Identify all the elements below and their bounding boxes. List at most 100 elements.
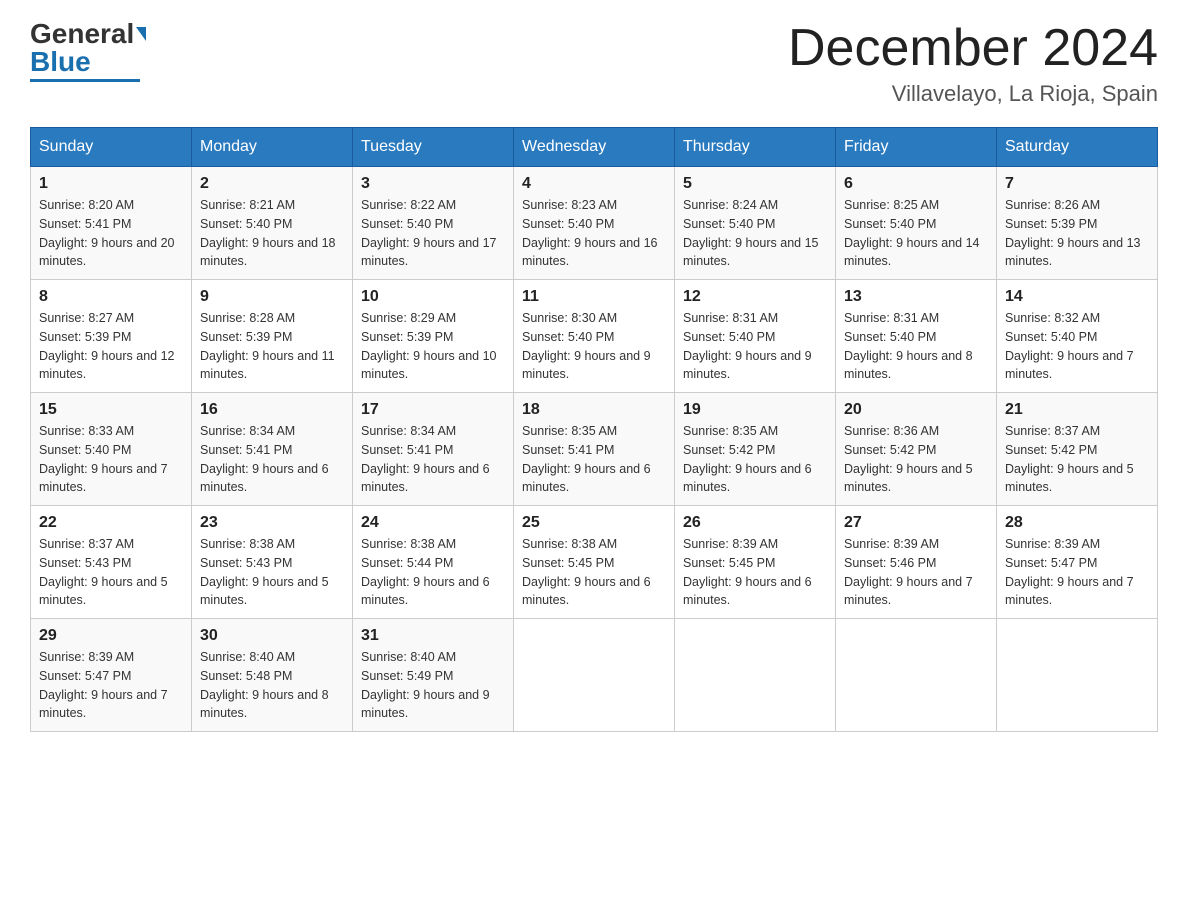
day-number: 13 xyxy=(844,288,988,306)
weekday-header-saturday: Saturday xyxy=(997,128,1158,167)
calendar-week-row: 1 Sunrise: 8:20 AM Sunset: 5:41 PM Dayli… xyxy=(31,167,1158,280)
page-header: GeneralBlue December 2024 Villavelayo, L… xyxy=(30,20,1158,107)
calendar-cell: 28 Sunrise: 8:39 AM Sunset: 5:47 PM Dayl… xyxy=(997,506,1158,619)
logo-blue-text: Blue xyxy=(30,46,91,77)
calendar-week-row: 29 Sunrise: 8:39 AM Sunset: 5:47 PM Dayl… xyxy=(31,619,1158,732)
day-info: Sunrise: 8:31 AM Sunset: 5:40 PM Dayligh… xyxy=(683,309,827,384)
day-number: 16 xyxy=(200,401,344,419)
calendar-subtitle: Villavelayo, La Rioja, Spain xyxy=(788,81,1158,107)
calendar-cell: 9 Sunrise: 8:28 AM Sunset: 5:39 PM Dayli… xyxy=(192,280,353,393)
day-number: 21 xyxy=(1005,401,1149,419)
day-number: 11 xyxy=(522,288,666,306)
day-number: 12 xyxy=(683,288,827,306)
calendar-cell xyxy=(836,619,997,732)
calendar-table: SundayMondayTuesdayWednesdayThursdayFrid… xyxy=(30,127,1158,732)
day-info: Sunrise: 8:40 AM Sunset: 5:48 PM Dayligh… xyxy=(200,648,344,723)
weekday-header-wednesday: Wednesday xyxy=(514,128,675,167)
day-number: 18 xyxy=(522,401,666,419)
calendar-cell: 18 Sunrise: 8:35 AM Sunset: 5:41 PM Dayl… xyxy=(514,393,675,506)
calendar-cell: 21 Sunrise: 8:37 AM Sunset: 5:42 PM Dayl… xyxy=(997,393,1158,506)
day-number: 20 xyxy=(844,401,988,419)
day-info: Sunrise: 8:38 AM Sunset: 5:45 PM Dayligh… xyxy=(522,535,666,610)
calendar-cell: 14 Sunrise: 8:32 AM Sunset: 5:40 PM Dayl… xyxy=(997,280,1158,393)
day-info: Sunrise: 8:40 AM Sunset: 5:49 PM Dayligh… xyxy=(361,648,505,723)
calendar-cell: 1 Sunrise: 8:20 AM Sunset: 5:41 PM Dayli… xyxy=(31,167,192,280)
day-number: 4 xyxy=(522,175,666,193)
calendar-cell: 11 Sunrise: 8:30 AM Sunset: 5:40 PM Dayl… xyxy=(514,280,675,393)
day-number: 17 xyxy=(361,401,505,419)
day-info: Sunrise: 8:28 AM Sunset: 5:39 PM Dayligh… xyxy=(200,309,344,384)
day-info: Sunrise: 8:24 AM Sunset: 5:40 PM Dayligh… xyxy=(683,196,827,271)
day-number: 30 xyxy=(200,627,344,645)
weekday-header-monday: Monday xyxy=(192,128,353,167)
day-info: Sunrise: 8:32 AM Sunset: 5:40 PM Dayligh… xyxy=(1005,309,1149,384)
day-info: Sunrise: 8:23 AM Sunset: 5:40 PM Dayligh… xyxy=(522,196,666,271)
day-info: Sunrise: 8:39 AM Sunset: 5:47 PM Dayligh… xyxy=(39,648,183,723)
calendar-cell: 29 Sunrise: 8:39 AM Sunset: 5:47 PM Dayl… xyxy=(31,619,192,732)
calendar-cell xyxy=(514,619,675,732)
day-info: Sunrise: 8:38 AM Sunset: 5:44 PM Dayligh… xyxy=(361,535,505,610)
day-number: 28 xyxy=(1005,514,1149,532)
day-info: Sunrise: 8:35 AM Sunset: 5:41 PM Dayligh… xyxy=(522,422,666,497)
weekday-header-thursday: Thursday xyxy=(675,128,836,167)
calendar-cell: 25 Sunrise: 8:38 AM Sunset: 5:45 PM Dayl… xyxy=(514,506,675,619)
day-info: Sunrise: 8:20 AM Sunset: 5:41 PM Dayligh… xyxy=(39,196,183,271)
calendar-cell: 8 Sunrise: 8:27 AM Sunset: 5:39 PM Dayli… xyxy=(31,280,192,393)
day-info: Sunrise: 8:37 AM Sunset: 5:43 PM Dayligh… xyxy=(39,535,183,610)
calendar-cell: 6 Sunrise: 8:25 AM Sunset: 5:40 PM Dayli… xyxy=(836,167,997,280)
day-number: 1 xyxy=(39,175,183,193)
weekday-header-sunday: Sunday xyxy=(31,128,192,167)
day-number: 15 xyxy=(39,401,183,419)
day-number: 10 xyxy=(361,288,505,306)
calendar-cell: 20 Sunrise: 8:36 AM Sunset: 5:42 PM Dayl… xyxy=(836,393,997,506)
day-info: Sunrise: 8:39 AM Sunset: 5:45 PM Dayligh… xyxy=(683,535,827,610)
day-number: 31 xyxy=(361,627,505,645)
calendar-cell: 26 Sunrise: 8:39 AM Sunset: 5:45 PM Dayl… xyxy=(675,506,836,619)
day-number: 3 xyxy=(361,175,505,193)
calendar-cell: 3 Sunrise: 8:22 AM Sunset: 5:40 PM Dayli… xyxy=(353,167,514,280)
calendar-cell: 7 Sunrise: 8:26 AM Sunset: 5:39 PM Dayli… xyxy=(997,167,1158,280)
calendar-cell: 24 Sunrise: 8:38 AM Sunset: 5:44 PM Dayl… xyxy=(353,506,514,619)
day-number: 24 xyxy=(361,514,505,532)
title-block: December 2024 Villavelayo, La Rioja, Spa… xyxy=(788,20,1158,107)
day-number: 25 xyxy=(522,514,666,532)
day-number: 9 xyxy=(200,288,344,306)
calendar-cell xyxy=(997,619,1158,732)
day-info: Sunrise: 8:21 AM Sunset: 5:40 PM Dayligh… xyxy=(200,196,344,271)
day-info: Sunrise: 8:39 AM Sunset: 5:46 PM Dayligh… xyxy=(844,535,988,610)
calendar-cell: 31 Sunrise: 8:40 AM Sunset: 5:49 PM Dayl… xyxy=(353,619,514,732)
logo-text: GeneralBlue xyxy=(30,20,146,76)
day-info: Sunrise: 8:36 AM Sunset: 5:42 PM Dayligh… xyxy=(844,422,988,497)
day-info: Sunrise: 8:25 AM Sunset: 5:40 PM Dayligh… xyxy=(844,196,988,271)
day-info: Sunrise: 8:26 AM Sunset: 5:39 PM Dayligh… xyxy=(1005,196,1149,271)
day-info: Sunrise: 8:31 AM Sunset: 5:40 PM Dayligh… xyxy=(844,309,988,384)
weekday-header-tuesday: Tuesday xyxy=(353,128,514,167)
day-info: Sunrise: 8:30 AM Sunset: 5:40 PM Dayligh… xyxy=(522,309,666,384)
day-number: 8 xyxy=(39,288,183,306)
day-number: 27 xyxy=(844,514,988,532)
calendar-week-row: 22 Sunrise: 8:37 AM Sunset: 5:43 PM Dayl… xyxy=(31,506,1158,619)
day-number: 5 xyxy=(683,175,827,193)
calendar-cell: 10 Sunrise: 8:29 AM Sunset: 5:39 PM Dayl… xyxy=(353,280,514,393)
day-info: Sunrise: 8:35 AM Sunset: 5:42 PM Dayligh… xyxy=(683,422,827,497)
calendar-cell: 4 Sunrise: 8:23 AM Sunset: 5:40 PM Dayli… xyxy=(514,167,675,280)
day-number: 6 xyxy=(844,175,988,193)
calendar-cell: 2 Sunrise: 8:21 AM Sunset: 5:40 PM Dayli… xyxy=(192,167,353,280)
weekday-header-friday: Friday xyxy=(836,128,997,167)
calendar-cell: 17 Sunrise: 8:34 AM Sunset: 5:41 PM Dayl… xyxy=(353,393,514,506)
day-info: Sunrise: 8:22 AM Sunset: 5:40 PM Dayligh… xyxy=(361,196,505,271)
calendar-cell: 12 Sunrise: 8:31 AM Sunset: 5:40 PM Dayl… xyxy=(675,280,836,393)
logo-triangle-icon xyxy=(136,27,146,41)
day-number: 19 xyxy=(683,401,827,419)
calendar-cell xyxy=(675,619,836,732)
day-info: Sunrise: 8:34 AM Sunset: 5:41 PM Dayligh… xyxy=(200,422,344,497)
calendar-cell: 23 Sunrise: 8:38 AM Sunset: 5:43 PM Dayl… xyxy=(192,506,353,619)
logo-underline xyxy=(30,79,140,82)
day-info: Sunrise: 8:27 AM Sunset: 5:39 PM Dayligh… xyxy=(39,309,183,384)
calendar-cell: 27 Sunrise: 8:39 AM Sunset: 5:46 PM Dayl… xyxy=(836,506,997,619)
calendar-cell: 22 Sunrise: 8:37 AM Sunset: 5:43 PM Dayl… xyxy=(31,506,192,619)
calendar-cell: 13 Sunrise: 8:31 AM Sunset: 5:40 PM Dayl… xyxy=(836,280,997,393)
day-info: Sunrise: 8:37 AM Sunset: 5:42 PM Dayligh… xyxy=(1005,422,1149,497)
logo: GeneralBlue xyxy=(30,20,146,82)
day-number: 14 xyxy=(1005,288,1149,306)
